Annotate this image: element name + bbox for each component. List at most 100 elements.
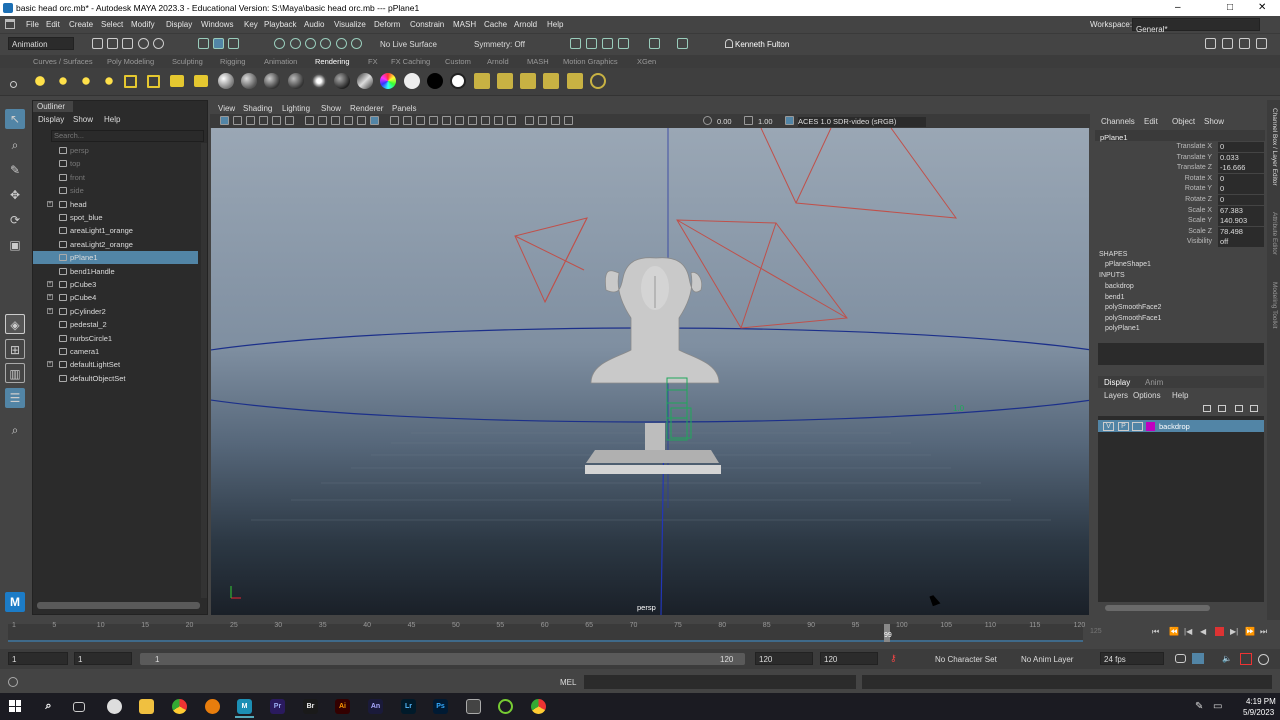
- menu-visualize[interactable]: Visualize: [334, 20, 366, 29]
- lightroom-icon[interactable]: Lr: [401, 699, 416, 714]
- render-settings-icon[interactable]: [602, 38, 613, 49]
- layer-move-up-icon[interactable]: [1235, 405, 1243, 412]
- vp-gamma-icon[interactable]: [744, 116, 753, 125]
- outliner-vscrollbar[interactable]: [201, 143, 207, 598]
- menu-modify[interactable]: Modify: [131, 20, 155, 29]
- vp-menu-shading[interactable]: Shading: [243, 104, 272, 113]
- channel-attr-name[interactable]: Scale X: [1130, 207, 1212, 214]
- spot-light-icon[interactable]: [101, 73, 117, 89]
- spot-light[interactable]: [760, 128, 958, 219]
- channel-attr-value[interactable]: 140.903: [1218, 216, 1264, 227]
- shelf-tab-rendering[interactable]: Rendering: [315, 57, 350, 66]
- blender-icon[interactable]: [205, 699, 220, 714]
- hypershade-shelf-icon[interactable]: [567, 73, 583, 89]
- channels-object-menu[interactable]: Object: [1172, 117, 1195, 126]
- layer-new-selected-icon[interactable]: [1218, 405, 1226, 412]
- vp-lock-camera-icon[interactable]: [233, 116, 242, 125]
- play-back-button[interactable]: ◀: [1200, 627, 1211, 636]
- expand-icon[interactable]: +: [47, 307, 53, 314]
- animate-icon[interactable]: An: [368, 699, 383, 714]
- step-forward-key-button[interactable]: ⏩: [1245, 627, 1256, 636]
- select-object-icon[interactable]: [213, 38, 224, 49]
- file-explorer-icon[interactable]: [139, 699, 154, 714]
- audio-icon[interactable]: 🔈: [1222, 654, 1232, 663]
- layer-new-empty-icon[interactable]: [1203, 405, 1211, 412]
- bend-handle[interactable]: [666, 377, 692, 441]
- select-hierarchy-icon[interactable]: [198, 38, 209, 49]
- white-shader-icon[interactable]: [450, 73, 466, 89]
- channel-attr-name[interactable]: Translate Y: [1130, 154, 1212, 161]
- vp-menu-lighting[interactable]: Lighting: [282, 104, 310, 113]
- outliner-menu-help[interactable]: Help: [104, 115, 120, 124]
- maya-taskbar-icon[interactable]: M: [237, 699, 252, 714]
- input-node[interactable]: bend1: [1105, 294, 1124, 301]
- shelf-tab-fx-caching[interactable]: FX Caching: [391, 57, 430, 66]
- outliner-item[interactable]: + pCylinder2: [33, 305, 198, 318]
- menu-cache[interactable]: Cache: [484, 20, 507, 29]
- goto-start-button[interactable]: ⏮: [1152, 627, 1163, 636]
- layer-name[interactable]: backdrop: [1159, 422, 1190, 431]
- paint-select-icon[interactable]: ✎: [5, 160, 25, 180]
- step-forward-button[interactable]: ▶|: [1230, 627, 1241, 636]
- outliner-item[interactable]: + pCube3: [33, 278, 198, 291]
- channel-attr-value[interactable]: 78.498: [1218, 226, 1264, 237]
- snap-view-icon[interactable]: [320, 38, 331, 49]
- menu-constrain[interactable]: Constrain: [410, 20, 444, 29]
- snap-surface-icon[interactable]: [336, 38, 347, 49]
- layer-display-type[interactable]: [1132, 422, 1143, 431]
- vp-isolate-icon[interactable]: [525, 116, 534, 125]
- chrome-icon-2[interactable]: [531, 699, 546, 714]
- new-scene-icon[interactable]: [92, 38, 103, 49]
- shelf-tab-custom[interactable]: Custom: [445, 57, 471, 66]
- render-view-icon[interactable]: [474, 73, 490, 89]
- snap-curve-icon[interactable]: [290, 38, 301, 49]
- outliner-item[interactable]: camera1: [33, 345, 198, 358]
- shelf-tab-xgen[interactable]: XGen: [637, 57, 656, 66]
- symmetry-label[interactable]: Symmetry: Off: [474, 40, 525, 49]
- vp-smooth-shade-icon[interactable]: [403, 116, 412, 125]
- menu-create[interactable]: Create: [69, 20, 93, 29]
- vp-menu-view[interactable]: View: [218, 104, 235, 113]
- render-current-icon[interactable]: [497, 73, 513, 89]
- outliner-item[interactable]: nurbsCircle1: [33, 332, 198, 345]
- ramp-shader-icon[interactable]: [357, 73, 373, 89]
- channel-attr-value[interactable]: 0.033: [1218, 152, 1264, 163]
- layer-menu-layers[interactable]: Layers: [1104, 391, 1128, 400]
- outliner-item[interactable]: side: [33, 184, 198, 197]
- pen-icon[interactable]: ✎: [1195, 701, 1203, 712]
- outliner-item[interactable]: bend1Handle: [33, 265, 198, 278]
- illustrator-icon[interactable]: Ai: [335, 699, 350, 714]
- network-icon[interactable]: ▭: [1213, 701, 1222, 712]
- outliner-item[interactable]: pedestal_2: [33, 318, 198, 331]
- input-node[interactable]: polyPlane1: [1105, 325, 1140, 332]
- workspace-dropdown[interactable]: General*: [1132, 18, 1260, 34]
- channel-attr-value[interactable]: off: [1218, 237, 1264, 248]
- expand-icon[interactable]: +: [47, 200, 53, 207]
- scale-tool-icon[interactable]: ▣: [5, 235, 25, 255]
- outliner-item[interactable]: areaLight2_orange: [33, 238, 198, 251]
- layer-color-swatch[interactable]: [1146, 422, 1155, 431]
- taskbar-search-icon[interactable]: ⌕: [41, 699, 56, 714]
- shelf-tab-mash[interactable]: MASH: [527, 57, 549, 66]
- side-tab-channel-box[interactable]: Channel Box / Layer Editor: [1269, 108, 1278, 208]
- menuset-dropdown[interactable]: Animation: [8, 37, 74, 50]
- vp-resolution-gate-icon[interactable]: [331, 116, 340, 125]
- clock-time[interactable]: 4:19 PM: [1246, 697, 1276, 706]
- blinn-sphere-icon[interactable]: [218, 73, 234, 89]
- menu-audio[interactable]: Audio: [304, 20, 324, 29]
- outliner-item[interactable]: + defaultLightSet: [33, 358, 198, 371]
- camera-aim-icon[interactable]: [170, 75, 184, 87]
- task-view-icon[interactable]: [73, 702, 85, 712]
- shelf-tab-rigging[interactable]: Rigging: [220, 57, 245, 66]
- phong-sphere-icon[interactable]: [264, 73, 280, 89]
- menu-key[interactable]: Key: [244, 20, 258, 29]
- step-back-key-button[interactable]: ⏪: [1169, 627, 1180, 636]
- vp-safe-action-icon[interactable]: [357, 116, 366, 125]
- tool-settings-icon[interactable]: [1256, 38, 1267, 49]
- start-icon[interactable]: [9, 700, 21, 712]
- shelf-tab-fx[interactable]: FX: [368, 57, 378, 66]
- hypershade-icon[interactable]: [618, 38, 629, 49]
- shelf-tab-arnold[interactable]: Arnold: [487, 57, 509, 66]
- shelf-gear-icon[interactable]: [10, 81, 17, 88]
- expand-icon[interactable]: +: [47, 294, 53, 301]
